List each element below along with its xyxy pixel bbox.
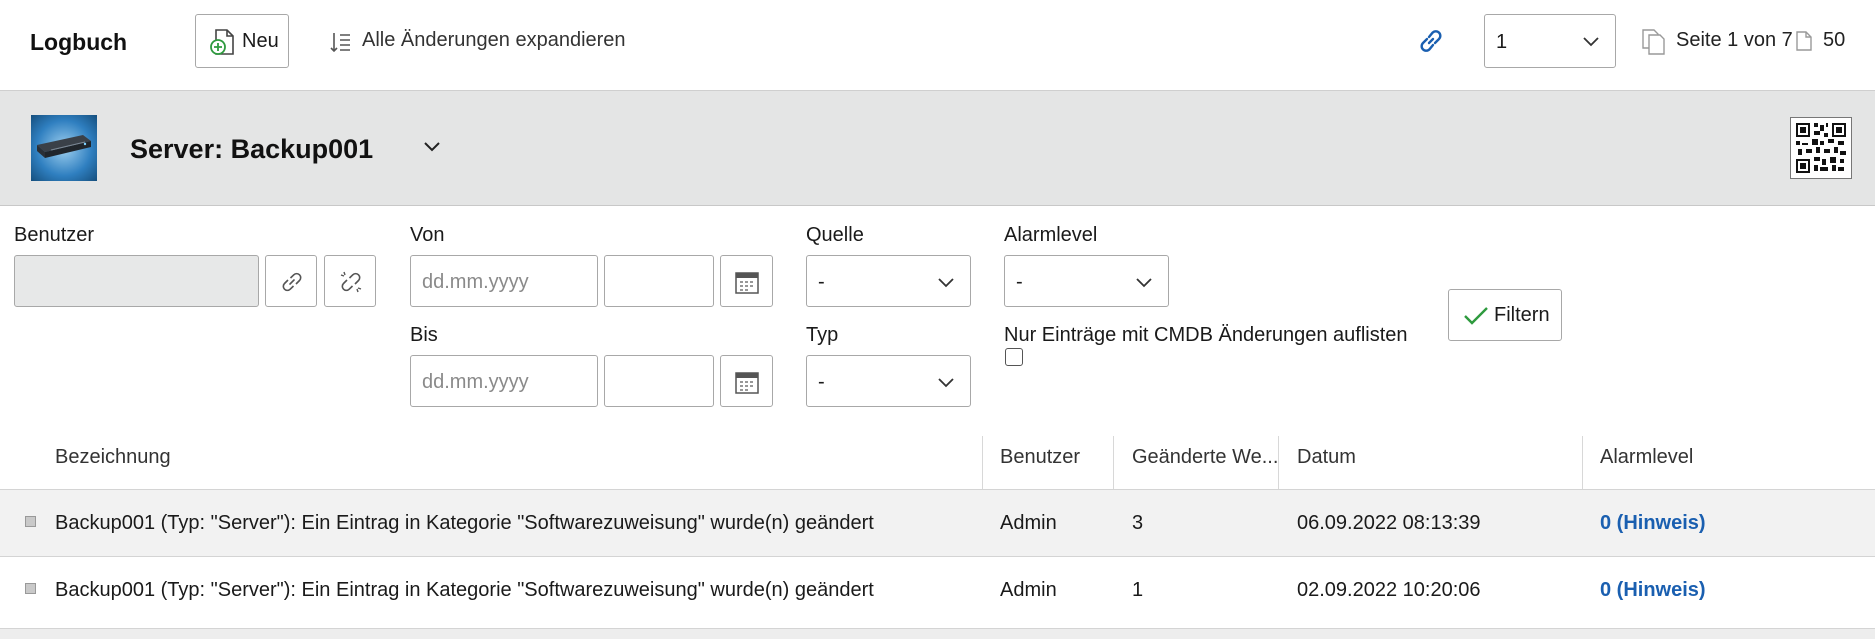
expand-row-icon[interactable] — [25, 583, 36, 594]
source-label: Quelle — [806, 224, 864, 246]
list-expand-icon — [330, 33, 350, 53]
user-unlink-button[interactable] — [324, 255, 376, 307]
user-filter-label: Benutzer — [14, 224, 95, 246]
row-alarm-level: 0 (Hinweis) — [1600, 579, 1706, 601]
row-changed-values: 1 — [1132, 579, 1144, 601]
alarm-level-select[interactable]: - — [1004, 255, 1169, 307]
chevron-down-icon[interactable] — [423, 141, 441, 153]
row-changed-values: 3 — [1132, 512, 1144, 534]
filter-button-label: Filtern — [1494, 304, 1550, 326]
page-title: Logbuch — [30, 29, 128, 55]
from-label: Von — [410, 224, 445, 246]
row-date: 06.09.2022 08:13:39 — [1297, 512, 1481, 534]
pages-icon — [1642, 29, 1665, 55]
to-time-input[interactable] — [604, 355, 714, 407]
from-calendar-button[interactable] — [720, 255, 773, 307]
link-icon[interactable] — [1416, 26, 1446, 56]
new-button[interactable]: Neu — [195, 14, 289, 68]
row-description: Backup001 (Typ: "Server"): Ein Eintrag i… — [55, 512, 874, 534]
expand-all-label: Alle Änderungen expandieren — [362, 29, 626, 51]
row-description: Backup001 (Typ: "Server"): Ein Eintrag i… — [55, 579, 874, 601]
cmdb-only-label: Nur Einträge mit CMDB Änderungen auflist… — [1004, 324, 1408, 346]
qr-code-graphic — [1796, 123, 1846, 173]
column-header-date[interactable]: Datum — [1297, 446, 1356, 469]
to-date-placeholder: dd.mm.yyyy — [422, 371, 529, 393]
row-user: Admin — [1000, 512, 1057, 534]
calendar-icon — [735, 372, 759, 394]
source-select[interactable]: - — [806, 255, 971, 307]
to-label: Bis — [410, 324, 438, 346]
alarm-level-value: - — [1016, 271, 1023, 293]
chevron-down-icon — [938, 278, 954, 288]
page-select-value: 1 — [1496, 31, 1508, 53]
chevron-down-icon — [1136, 278, 1152, 288]
from-time-input[interactable] — [604, 255, 714, 307]
link-icon — [282, 272, 302, 292]
type-select[interactable]: - — [806, 355, 971, 407]
page-info: Seite 1 von 7 — [1676, 29, 1793, 51]
page-select[interactable]: 1 — [1484, 14, 1616, 68]
column-separator — [1278, 436, 1279, 490]
row-alarm-level: 0 (Hinweis) — [1600, 512, 1706, 534]
column-separator — [982, 436, 983, 490]
filter-button[interactable]: Filtern — [1448, 289, 1562, 341]
page-size[interactable]: 50 — [1823, 29, 1845, 52]
server-image — [31, 115, 97, 181]
column-header-alarm-level[interactable]: Alarmlevel — [1600, 446, 1693, 469]
to-date-input[interactable]: dd.mm.yyyy — [410, 355, 598, 407]
chevron-down-icon — [1583, 37, 1599, 47]
from-date-placeholder: dd.mm.yyyy — [422, 271, 529, 293]
column-separator — [1582, 436, 1583, 490]
column-header-changed-values[interactable]: Geänderte We... — [1132, 446, 1278, 469]
document-plus-icon — [210, 29, 234, 55]
user-filter-input[interactable] — [14, 255, 259, 307]
column-separator — [1113, 436, 1114, 490]
table-row[interactable]: Backup001 (Typ: "Server"): Ein Eintrag i… — [0, 556, 1875, 623]
qr-code-icon[interactable] — [1790, 117, 1852, 179]
user-link-button[interactable] — [265, 255, 317, 307]
document-icon — [1796, 31, 1812, 51]
new-button-label: Neu — [242, 30, 279, 52]
to-calendar-button[interactable] — [720, 355, 773, 407]
type-label: Typ — [806, 324, 839, 346]
object-title: Server: Backup001 — [130, 134, 374, 164]
expand-row-icon[interactable] — [25, 516, 36, 527]
alarm-level-label: Alarmlevel — [1004, 224, 1098, 246]
cmdb-only-checkbox[interactable] — [1005, 348, 1023, 366]
row-user: Admin — [1000, 579, 1057, 601]
column-header-user[interactable]: Benutzer — [1000, 446, 1080, 469]
from-date-input[interactable]: dd.mm.yyyy — [410, 255, 598, 307]
unlink-icon — [340, 271, 362, 293]
source-select-value: - — [818, 271, 825, 293]
calendar-icon — [735, 272, 759, 294]
chevron-down-icon — [938, 378, 954, 388]
type-select-value: - — [818, 371, 825, 393]
table-footer-edge — [0, 628, 1875, 639]
row-date: 02.09.2022 10:20:06 — [1297, 579, 1481, 601]
column-header-description[interactable]: Bezeichnung — [55, 446, 171, 469]
check-icon — [1464, 307, 1488, 325]
table-row[interactable]: Backup001 (Typ: "Server"): Ein Eintrag i… — [0, 489, 1875, 556]
